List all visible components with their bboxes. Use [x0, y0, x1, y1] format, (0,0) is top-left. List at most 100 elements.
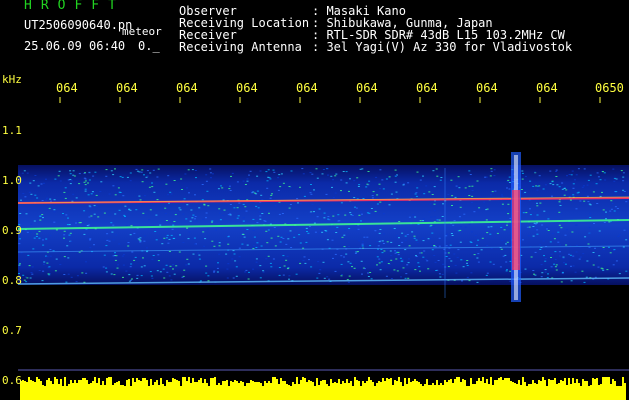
x-tick-label: 064: [536, 81, 558, 95]
noise-speckle: [555, 176, 558, 177]
noise-speckle: [137, 238, 140, 240]
noise-speckle: [534, 171, 536, 173]
audio-level-bar: [48, 378, 50, 400]
noise-speckle: [90, 193, 93, 195]
noise-speckle: [566, 175, 568, 177]
noise-speckle: [29, 182, 32, 184]
noise-speckle: [148, 219, 151, 221]
noise-speckle: [183, 269, 186, 271]
noise-speckle: [87, 182, 89, 184]
noise-speckle: [114, 252, 116, 254]
noise-speckle: [90, 215, 93, 217]
noise-speckle: [207, 205, 210, 207]
noise-speckle: [303, 256, 306, 258]
audio-level-bar: [520, 385, 522, 400]
noise-speckle: [609, 252, 612, 254]
audio-level-bar: [408, 378, 410, 400]
audio-level-bar: [218, 383, 220, 400]
noise-speckle: [539, 249, 542, 250]
noise-speckle: [473, 211, 476, 213]
noise-speckle: [157, 260, 160, 262]
noise-speckle: [144, 235, 146, 237]
noise-speckle: [341, 236, 344, 238]
noise-speckle: [622, 176, 625, 178]
noise-speckle: [270, 194, 273, 196]
audio-level-bar: [256, 382, 258, 400]
audio-level-bar: [210, 378, 212, 400]
noise-speckle: [569, 254, 572, 256]
audio-level-bar: [372, 382, 374, 400]
noise-speckle: [534, 251, 537, 253]
noise-speckle: [136, 170, 139, 172]
noise-speckle: [529, 214, 532, 216]
audio-level-bar: [332, 383, 334, 400]
noise-speckle: [560, 212, 563, 214]
noise-speckle: [371, 197, 374, 199]
noise-speckle: [318, 232, 321, 234]
noise-speckle: [341, 274, 343, 276]
audio-level-bar: [430, 385, 432, 400]
noise-speckle: [340, 275, 343, 277]
noise-speckle: [217, 188, 220, 190]
audio-level-bar: [540, 381, 542, 400]
noise-speckle: [49, 249, 52, 250]
noise-speckle: [538, 175, 541, 177]
noise-speckle: [575, 244, 578, 246]
noise-speckle: [587, 201, 590, 203]
noise-speckle: [118, 209, 121, 211]
noise-speckle: [121, 255, 124, 257]
noise-speckle: [360, 211, 362, 213]
noise-speckle: [77, 220, 80, 222]
noise-speckle: [549, 170, 552, 172]
noise-speckle: [450, 260, 453, 262]
noise-speckle: [259, 218, 262, 220]
noise-speckle: [428, 211, 431, 213]
noise-speckle: [129, 234, 132, 236]
noise-speckle: [67, 217, 69, 219]
noise-speckle: [582, 253, 585, 255]
noise-speckle: [129, 180, 132, 182]
noise-speckle: [155, 214, 158, 216]
noise-speckle: [173, 273, 176, 275]
noise-speckle: [279, 186, 282, 188]
noise-speckle: [433, 186, 436, 188]
noise-speckle: [382, 213, 385, 215]
noise-speckle: [151, 277, 154, 279]
noise-speckle: [271, 193, 273, 195]
noise-speckle: [546, 277, 549, 279]
noise-speckle: [110, 170, 113, 172]
noise-speckle: [572, 187, 575, 189]
audio-level-bar: [100, 385, 102, 400]
audio-level-bar: [382, 378, 384, 400]
audio-level-bar: [246, 383, 248, 400]
noise-speckle: [259, 277, 262, 279]
noise-speckle: [68, 224, 71, 226]
noise-speckle: [255, 261, 258, 263]
noise-speckle: [148, 186, 151, 188]
noise-speckle: [84, 190, 87, 192]
noise-speckle: [558, 211, 561, 213]
noise-speckle: [326, 276, 329, 278]
noise-speckle: [508, 176, 511, 178]
audio-level-bar: [22, 380, 24, 400]
audio-level-bar: [234, 380, 236, 400]
noise-speckle: [63, 191, 66, 193]
audio-level-bar: [254, 382, 256, 400]
noise-speckle: [260, 245, 263, 247]
noise-speckle: [57, 175, 60, 177]
noise-speckle: [577, 168, 580, 170]
noise-speckle: [414, 216, 417, 218]
audio-level-bar: [356, 380, 358, 400]
noise-speckle: [559, 202, 562, 204]
audio-level-bar: [42, 385, 44, 400]
audio-level-bar: [318, 385, 320, 400]
noise-speckle: [112, 185, 115, 187]
noise-speckle: [414, 269, 417, 271]
noise-speckle: [489, 233, 492, 235]
noise-speckle: [102, 266, 105, 268]
noise-speckle: [381, 179, 384, 181]
noise-speckle: [581, 270, 584, 272]
noise-speckle: [229, 214, 232, 216]
audio-level-bar: [608, 377, 610, 400]
noise-speckle: [370, 278, 373, 280]
